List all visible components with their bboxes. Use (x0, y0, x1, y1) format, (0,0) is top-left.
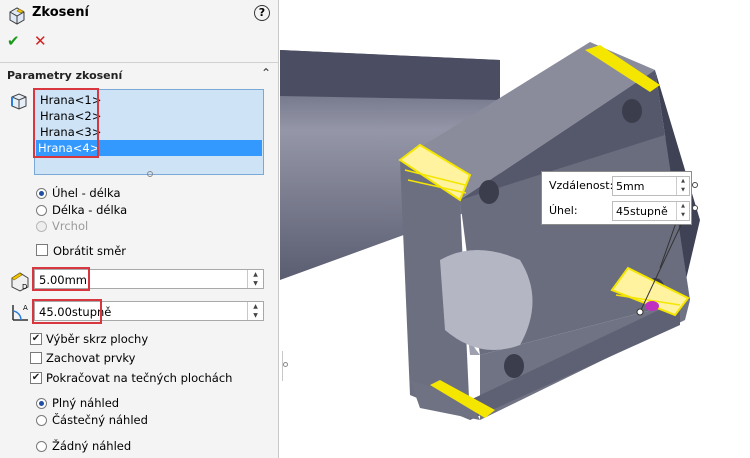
radio-label: Částečný náhled (52, 413, 148, 427)
checkbox-label: Pokračovat na tečných plochách (46, 371, 233, 385)
dimension-callout: Vzdálenost: 5mm ▲ ▼ Úhel: 45stupně ▲ ▼ (541, 171, 698, 225)
checkbox-label: Zachovat prvky (46, 351, 136, 365)
angle-icon: A (12, 304, 28, 321)
distance-spinner[interactable]: ▲ ▼ (247, 270, 263, 288)
callout-distance-input[interactable]: 5mm ▲ ▼ (612, 176, 690, 196)
callout-angle-spinner[interactable]: ▲ ▼ (676, 202, 689, 220)
radio-partial-preview[interactable] (36, 415, 47, 426)
hole-top (622, 99, 642, 123)
hole-left (479, 180, 499, 204)
callout-handle[interactable] (692, 182, 698, 188)
chevron-up-icon[interactable]: ⌃ (261, 66, 271, 80)
callout-angle-label: Úhel: (549, 204, 578, 217)
chamfer-feature-icon (9, 7, 25, 25)
callout-distance-label: Vzdálenost: (549, 179, 614, 192)
radio-angle-distance[interactable] (36, 188, 47, 199)
section-title: Parametry zkosení (7, 69, 123, 82)
ok-button[interactable]: ✔ (7, 32, 20, 50)
distance-highlight (32, 267, 90, 291)
edge-list-highlight (33, 88, 99, 158)
radio-vertex (36, 221, 47, 232)
checkbox-label: Výběr skrz plochy (46, 332, 149, 346)
flip-direction-checkbox[interactable] (36, 244, 48, 256)
resize-handle[interactable] (147, 171, 153, 177)
edge-selection-icon (11, 93, 27, 110)
radio-label: Vrchol (52, 219, 89, 233)
svg-text:D: D (22, 283, 27, 291)
callout-angle-input[interactable]: 45stupně ▲ ▼ (612, 201, 690, 221)
angle-highlight (32, 299, 102, 324)
graphics-area[interactable] (280, 0, 750, 458)
keep-features-checkbox[interactable] (30, 352, 42, 364)
radio-label: Úhel - délka (52, 186, 121, 200)
callout-distance-spinner[interactable]: ▲ ▼ (676, 177, 689, 195)
help-icon[interactable]: ? (254, 5, 270, 21)
radio-full-preview[interactable] (36, 398, 47, 409)
checkbox-label: Obrátit směr (53, 244, 126, 258)
radio-label: Délka - délka (52, 203, 128, 217)
hole-bottom (504, 354, 524, 378)
property-manager: Zkosení ? ✔ ✕ Parametry zkosení ⌃ Hrana<… (0, 0, 279, 458)
tangent-propagation-checkbox[interactable]: ✔ (30, 372, 42, 384)
svg-text:A: A (23, 304, 28, 312)
callout-angle-value: 45stupně (616, 205, 668, 218)
radio-label: Plný náhled (52, 396, 120, 410)
angle-spinner[interactable]: ▲ ▼ (247, 302, 263, 320)
callout-distance-value: 5mm (616, 180, 645, 193)
distance-icon: D (11, 272, 29, 292)
cancel-button[interactable]: ✕ (34, 32, 47, 50)
radio-distance-distance[interactable] (36, 205, 47, 216)
radio-no-preview[interactable] (36, 441, 47, 452)
radio-label: Žádný náhled (52, 439, 132, 453)
page-title: Zkosení (32, 5, 89, 20)
select-through-faces-checkbox[interactable]: ✔ (30, 333, 42, 345)
callout-handle[interactable] (692, 205, 698, 211)
